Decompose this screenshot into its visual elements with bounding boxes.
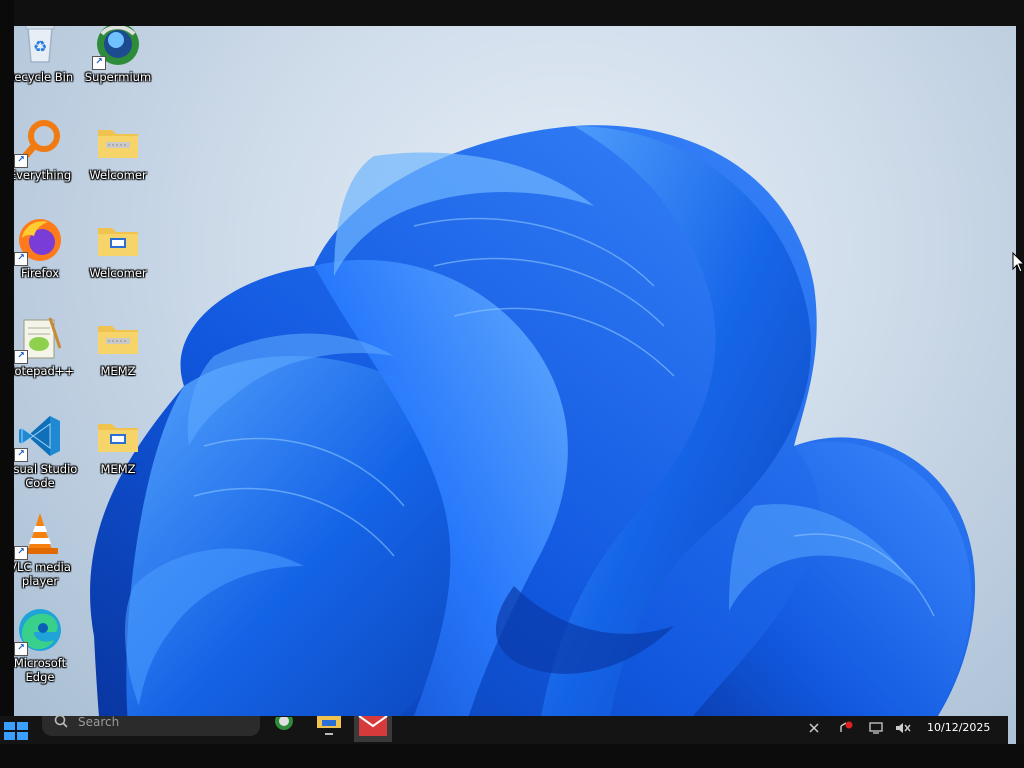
supermium-browser-icon	[275, 712, 293, 730]
desktop-icon-notepad-plus-plus[interactable]: ↗ Notepad++	[14, 314, 79, 378]
shortcut-arrow-icon: ↗	[14, 546, 28, 560]
desktop-icon-vlc[interactable]: ↗ VLC media player	[14, 510, 79, 588]
shortcut-arrow-icon: ↗	[92, 56, 106, 70]
tray-expand[interactable]	[806, 720, 822, 736]
mouse-cursor-icon	[1012, 252, 1024, 273]
folder-icon	[94, 412, 142, 460]
desktop-icon-label: VLC media player	[14, 560, 71, 588]
desktop-icon-label: Recycle Bin	[14, 70, 74, 84]
zip-folder-icon	[94, 118, 142, 166]
taskbar-clock-date[interactable]: 10/12/2025	[927, 721, 990, 734]
tray-network[interactable]	[838, 720, 854, 736]
vlc-icon: ↗	[14, 510, 64, 560]
desktop-icon-label: MEMZ	[100, 364, 136, 378]
desktop-icon-memz-folder[interactable]: MEMZ	[79, 412, 157, 476]
taskbar-app-file-explorer[interactable]	[316, 716, 342, 742]
firefox-icon: ↗	[14, 216, 64, 266]
shortcut-arrow-icon: ↗	[14, 642, 28, 656]
start-button[interactable]	[4, 720, 28, 740]
display-icon	[869, 722, 883, 734]
bloom-wallpaper-graphic	[90, 125, 976, 768]
desktop-wallpaper[interactable]: ♻ Recycle Bin ↗ Everything	[14, 26, 1016, 768]
desktop-icon-recycle-bin[interactable]: ♻ Recycle Bin	[14, 26, 79, 84]
bottom-black-strip	[0, 744, 1024, 768]
shortcut-arrow-icon: ↗	[14, 154, 28, 168]
desktop-screen: ♻ Recycle Bin ↗ Everything	[0, 0, 1024, 768]
tray-volume[interactable]	[894, 720, 911, 736]
windows-logo-icon	[4, 722, 28, 740]
left-black-bar	[0, 0, 14, 768]
everything-search-icon: ↗	[14, 118, 64, 168]
recycle-bin-icon: ♻	[16, 26, 64, 68]
file-explorer-icon	[317, 716, 341, 735]
desktop-icon-firefox[interactable]: ↗ Firefox	[14, 216, 79, 280]
desktop-icon-supermium[interactable]: ↗ Supermium	[79, 26, 157, 84]
search-placeholder: Search	[78, 715, 120, 729]
folder-icon	[94, 216, 142, 264]
taskbar: Search 10/12/2025	[0, 712, 1008, 744]
desktop-icon-welcomer-folder[interactable]: Welcomer	[79, 216, 157, 280]
desktop-icon-label: Visual Studio Code	[14, 462, 78, 490]
taskbar-app-supermium[interactable]	[272, 712, 298, 742]
desktop-icon-edge[interactable]: ↗ Microsoft Edge	[14, 606, 79, 684]
zip-folder-icon	[94, 314, 142, 362]
taskbar-app-mail[interactable]	[354, 715, 392, 742]
desktop-icon-welcomer-zip[interactable]: Welcomer	[79, 118, 157, 182]
shortcut-arrow-icon: ↗	[14, 252, 28, 266]
svg-text:♻: ♻	[33, 37, 47, 56]
desktop-icon-everything[interactable]: ↗ Everything	[14, 118, 79, 182]
desktop-icon-memz-zip[interactable]: MEMZ	[79, 314, 157, 378]
top-black-bar	[0, 0, 1024, 26]
desktop-icon-label: Everything	[14, 168, 72, 182]
shortcut-arrow-icon: ↗	[14, 448, 28, 462]
supermium-browser-icon: ↗	[92, 26, 142, 70]
desktop-icon-label: Welcomer	[89, 266, 147, 280]
tray-display[interactable]	[868, 720, 884, 736]
desktop-icon-vscode[interactable]: ↗ Visual Studio Code	[14, 412, 79, 490]
taskbar-search-box[interactable]: Search	[42, 714, 260, 736]
vscode-icon: ↗	[14, 412, 64, 462]
desktop-icon-label: Notepad++	[14, 364, 75, 378]
desktop-icon-label: Supermium	[84, 70, 152, 84]
search-icon	[54, 714, 68, 728]
desktop-icon-label: Welcomer	[89, 168, 147, 182]
network-icon	[840, 721, 853, 732]
close-x-icon	[809, 723, 819, 733]
mail-app-icon	[358, 715, 388, 736]
desktop-icon-label: Firefox	[20, 266, 60, 280]
edge-icon: ↗	[14, 606, 64, 656]
notepad-plus-plus-icon: ↗	[14, 314, 64, 364]
shortcut-arrow-icon: ↗	[14, 350, 28, 364]
desktop-icon-label: MEMZ	[100, 462, 136, 476]
desktop-icon-label: Microsoft Edge	[14, 656, 67, 684]
volume-muted-icon	[896, 723, 911, 733]
